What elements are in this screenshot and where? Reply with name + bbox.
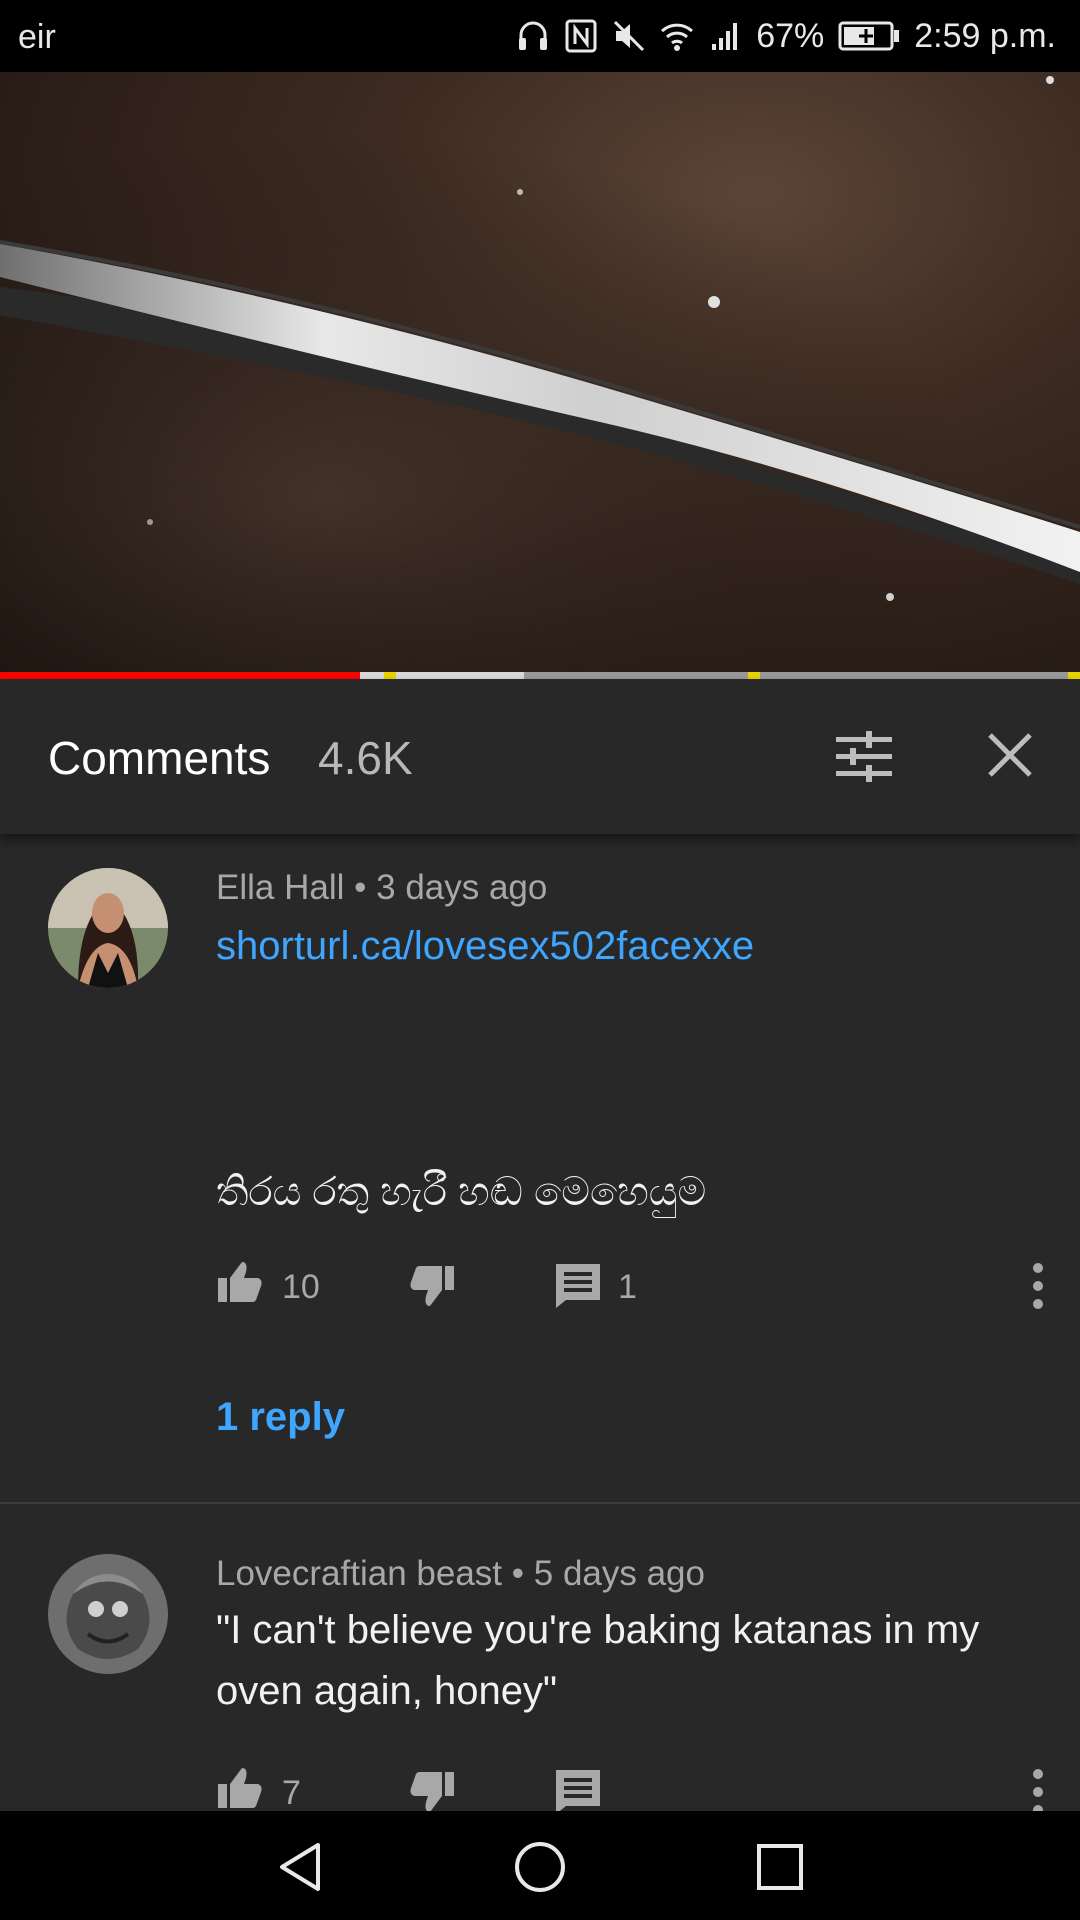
- more-options-icon[interactable]: [1030, 1262, 1046, 1310]
- like-count: 7: [282, 1774, 301, 1811]
- video-progress-bar[interactable]: [0, 672, 1080, 679]
- battery-charging-icon: [838, 21, 900, 51]
- progress-played: [0, 672, 360, 679]
- comment-item: Lovecraftian beast • 5 days ago "I can't…: [0, 1504, 1080, 1811]
- recents-icon[interactable]: [752, 1839, 808, 1895]
- back-icon[interactable]: [272, 1839, 328, 1895]
- navigation-bar: [0, 1811, 1080, 1920]
- thumbs-up-icon[interactable]: [216, 1764, 264, 1811]
- carrier-name: eir: [18, 18, 56, 56]
- reply-icon[interactable]: [554, 1768, 602, 1811]
- mute-icon: [614, 20, 645, 52]
- more-options-icon[interactable]: [1030, 1768, 1046, 1811]
- sort-filter-icon[interactable]: [836, 731, 892, 783]
- avatar[interactable]: [48, 1554, 168, 1674]
- like-count: 10: [282, 1268, 320, 1306]
- comments-list[interactable]: Ella Hall • 3 days ago shorturl.ca/loves…: [0, 834, 1080, 1811]
- battery-percent: 67%: [756, 16, 825, 55]
- comment-meta: Lovecraftian beast • 5 days ago: [216, 1554, 705, 1594]
- status-icons: 67% 2:59 p.m.: [516, 14, 1056, 58]
- comment-actions: 10 1: [216, 1258, 1046, 1314]
- comments-count: 4.6K: [318, 732, 413, 784]
- clock: 2:59 p.m.: [914, 16, 1056, 55]
- comments-header: Comments 4.6K: [0, 679, 1080, 834]
- comment-text: "I can't believe you're baking katanas i…: [216, 1608, 980, 1713]
- status-bar: eir 67% 2:59 p.m.: [0, 0, 1080, 72]
- chapter-marker: [1068, 672, 1080, 679]
- comment-author[interactable]: Lovecraftian beast: [216, 1554, 502, 1593]
- thumbs-down-icon[interactable]: [408, 1262, 456, 1310]
- comment-time: 5 days ago: [533, 1554, 705, 1593]
- comment-actions: 7: [216, 1764, 1046, 1811]
- comment-text: තිරය රතු හැරී හඬ මෙහෙයුම: [216, 1170, 707, 1214]
- comment-link[interactable]: shorturl.ca/lovesex502facexxe: [216, 924, 754, 969]
- close-icon[interactable]: [984, 729, 1036, 781]
- home-icon[interactable]: [512, 1839, 568, 1895]
- view-replies-link[interactable]: 1 reply: [216, 1395, 345, 1440]
- thumbs-up-icon[interactable]: [216, 1258, 264, 1306]
- reply-icon[interactable]: [554, 1262, 602, 1310]
- wifi-icon: [661, 23, 694, 51]
- chapter-marker: [384, 672, 396, 679]
- meta-separator: •: [511, 1554, 525, 1593]
- signal-icon: [712, 23, 738, 50]
- avatar[interactable]: [48, 868, 168, 988]
- comment-item: Ella Hall • 3 days ago shorturl.ca/loves…: [0, 834, 1080, 1504]
- video-player[interactable]: [0, 72, 1080, 676]
- reply-count: 1: [618, 1268, 637, 1306]
- comment-meta: Ella Hall • 3 days ago: [216, 868, 547, 908]
- comments-title: Comments: [48, 732, 271, 784]
- comment-time: 3 days ago: [376, 868, 548, 907]
- nfc-icon: [565, 19, 597, 53]
- comment-author[interactable]: Ella Hall: [216, 868, 344, 907]
- chapter-marker: [748, 672, 760, 679]
- meta-separator: •: [354, 868, 367, 907]
- thumbs-down-icon[interactable]: [408, 1768, 456, 1811]
- video-frame-image: [0, 72, 1080, 676]
- headphones-icon: [519, 21, 548, 50]
